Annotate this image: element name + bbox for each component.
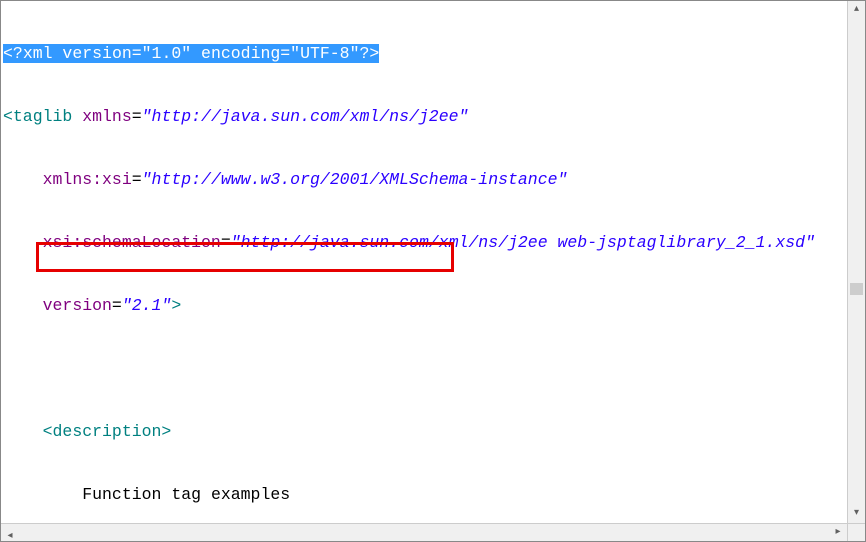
scrollbar-corner (847, 523, 865, 541)
code-content: <?xml version="1.0" encoding="UTF-8"?> <… (1, 1, 847, 523)
code-line: Function tag examples (1, 484, 847, 505)
code-line: <taglib xmlns="http://java.sun.com/xml/n… (1, 106, 847, 127)
code-editor[interactable]: <?xml version="1.0" encoding="UTF-8"?> <… (1, 1, 847, 523)
code-line: xmlns:xsi="http://www.w3.org/2001/XMLSch… (1, 169, 847, 190)
scroll-up-icon[interactable]: ▴ (848, 1, 865, 19)
code-line: <description> (1, 421, 847, 442)
scroll-right-icon[interactable]: ▸ (829, 524, 847, 541)
code-line: version="2.1"> (1, 295, 847, 316)
code-line: <?xml version="1.0" encoding="UTF-8"?> (1, 43, 847, 64)
vertical-scrollbar[interactable]: ▴ ▾ (847, 1, 865, 523)
vertical-scroll-track[interactable] (848, 19, 865, 505)
horizontal-scrollbar[interactable]: ◂ ▸ (1, 523, 847, 541)
scroll-left-icon[interactable]: ◂ (1, 528, 19, 542)
editor-frame: <?xml version="1.0" encoding="UTF-8"?> <… (0, 0, 866, 542)
code-line (1, 358, 847, 379)
vertical-scroll-thumb[interactable] (850, 283, 863, 295)
code-line: xsi:schemaLocation="http://java.sun.com/… (1, 232, 847, 253)
scroll-down-icon[interactable]: ▾ (848, 505, 865, 523)
